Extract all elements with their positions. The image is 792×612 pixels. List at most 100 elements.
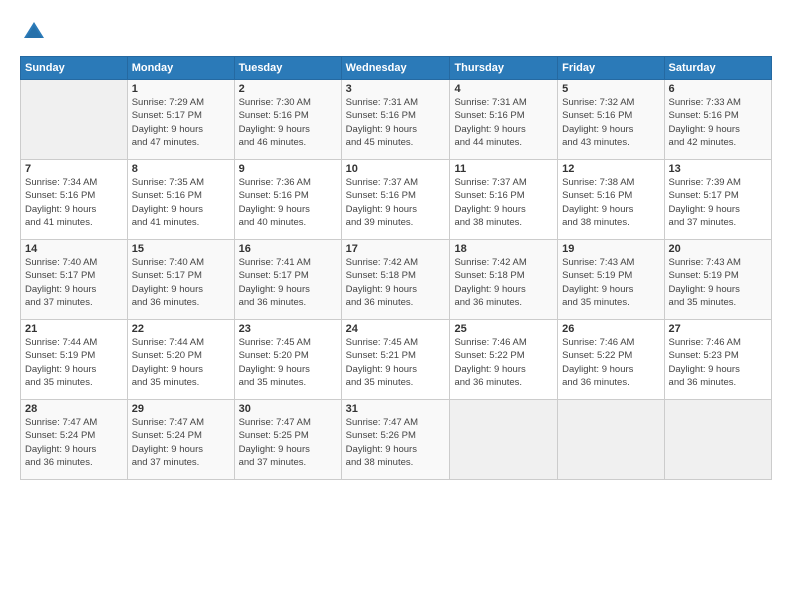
calendar-cell: 29Sunrise: 7:47 AM Sunset: 5:24 PM Dayli…: [127, 400, 234, 480]
day-number: 12: [562, 163, 659, 175]
day-info: Sunrise: 7:40 AM Sunset: 5:17 PM Dayligh…: [132, 256, 230, 309]
calendar-cell: [558, 400, 664, 480]
day-info: Sunrise: 7:44 AM Sunset: 5:20 PM Dayligh…: [132, 336, 230, 389]
calendar-cell: 10Sunrise: 7:37 AM Sunset: 5:16 PM Dayli…: [341, 160, 450, 240]
weekday-header-row: SundayMondayTuesdayWednesdayThursdayFrid…: [21, 57, 772, 80]
calendar-cell: 14Sunrise: 7:40 AM Sunset: 5:17 PM Dayli…: [21, 240, 128, 320]
day-number: 31: [346, 403, 446, 415]
calendar-cell: [664, 400, 771, 480]
day-number: 2: [239, 83, 337, 95]
week-row-1: 7Sunrise: 7:34 AM Sunset: 5:16 PM Daylig…: [21, 160, 772, 240]
calendar-cell: 21Sunrise: 7:44 AM Sunset: 5:19 PM Dayli…: [21, 320, 128, 400]
calendar-cell: 3Sunrise: 7:31 AM Sunset: 5:16 PM Daylig…: [341, 80, 450, 160]
day-number: 3: [346, 83, 446, 95]
calendar-cell: 8Sunrise: 7:35 AM Sunset: 5:16 PM Daylig…: [127, 160, 234, 240]
calendar-cell: 24Sunrise: 7:45 AM Sunset: 5:21 PM Dayli…: [341, 320, 450, 400]
day-info: Sunrise: 7:43 AM Sunset: 5:19 PM Dayligh…: [669, 256, 767, 309]
day-number: 7: [25, 163, 123, 175]
day-info: Sunrise: 7:40 AM Sunset: 5:17 PM Dayligh…: [25, 256, 123, 309]
day-info: Sunrise: 7:34 AM Sunset: 5:16 PM Dayligh…: [25, 176, 123, 229]
day-number: 14: [25, 243, 123, 255]
day-number: 6: [669, 83, 767, 95]
day-number: 25: [454, 323, 553, 335]
day-info: Sunrise: 7:31 AM Sunset: 5:16 PM Dayligh…: [454, 96, 553, 149]
day-number: 22: [132, 323, 230, 335]
week-row-4: 28Sunrise: 7:47 AM Sunset: 5:24 PM Dayli…: [21, 400, 772, 480]
day-number: 5: [562, 83, 659, 95]
day-number: 15: [132, 243, 230, 255]
calendar-cell: 22Sunrise: 7:44 AM Sunset: 5:20 PM Dayli…: [127, 320, 234, 400]
day-info: Sunrise: 7:31 AM Sunset: 5:16 PM Dayligh…: [346, 96, 446, 149]
page: SundayMondayTuesdayWednesdayThursdayFrid…: [0, 0, 792, 612]
day-info: Sunrise: 7:41 AM Sunset: 5:17 PM Dayligh…: [239, 256, 337, 309]
day-info: Sunrise: 7:35 AM Sunset: 5:16 PM Dayligh…: [132, 176, 230, 229]
calendar-cell: 30Sunrise: 7:47 AM Sunset: 5:25 PM Dayli…: [234, 400, 341, 480]
calendar-cell: 28Sunrise: 7:47 AM Sunset: 5:24 PM Dayli…: [21, 400, 128, 480]
day-number: 26: [562, 323, 659, 335]
logo-icon: [20, 18, 48, 46]
calendar-cell: 9Sunrise: 7:36 AM Sunset: 5:16 PM Daylig…: [234, 160, 341, 240]
calendar-cell: 20Sunrise: 7:43 AM Sunset: 5:19 PM Dayli…: [664, 240, 771, 320]
calendar-cell: 31Sunrise: 7:47 AM Sunset: 5:26 PM Dayli…: [341, 400, 450, 480]
day-number: 11: [454, 163, 553, 175]
day-info: Sunrise: 7:45 AM Sunset: 5:20 PM Dayligh…: [239, 336, 337, 389]
day-info: Sunrise: 7:32 AM Sunset: 5:16 PM Dayligh…: [562, 96, 659, 149]
day-number: 16: [239, 243, 337, 255]
calendar-cell: 2Sunrise: 7:30 AM Sunset: 5:16 PM Daylig…: [234, 80, 341, 160]
day-info: Sunrise: 7:37 AM Sunset: 5:16 PM Dayligh…: [454, 176, 553, 229]
week-row-2: 14Sunrise: 7:40 AM Sunset: 5:17 PM Dayli…: [21, 240, 772, 320]
day-info: Sunrise: 7:42 AM Sunset: 5:18 PM Dayligh…: [454, 256, 553, 309]
weekday-header-sunday: Sunday: [21, 57, 128, 80]
calendar-cell: 18Sunrise: 7:42 AM Sunset: 5:18 PM Dayli…: [450, 240, 558, 320]
calendar-cell: 23Sunrise: 7:45 AM Sunset: 5:20 PM Dayli…: [234, 320, 341, 400]
day-number: 4: [454, 83, 553, 95]
calendar-table: SundayMondayTuesdayWednesdayThursdayFrid…: [20, 56, 772, 480]
day-info: Sunrise: 7:30 AM Sunset: 5:16 PM Dayligh…: [239, 96, 337, 149]
calendar-cell: [450, 400, 558, 480]
day-info: Sunrise: 7:46 AM Sunset: 5:22 PM Dayligh…: [562, 336, 659, 389]
calendar-cell: 6Sunrise: 7:33 AM Sunset: 5:16 PM Daylig…: [664, 80, 771, 160]
logo: [20, 18, 52, 46]
day-info: Sunrise: 7:46 AM Sunset: 5:23 PM Dayligh…: [669, 336, 767, 389]
day-number: 10: [346, 163, 446, 175]
day-info: Sunrise: 7:45 AM Sunset: 5:21 PM Dayligh…: [346, 336, 446, 389]
day-number: 17: [346, 243, 446, 255]
weekday-header-friday: Friday: [558, 57, 664, 80]
day-number: 18: [454, 243, 553, 255]
calendar-cell: 17Sunrise: 7:42 AM Sunset: 5:18 PM Dayli…: [341, 240, 450, 320]
day-info: Sunrise: 7:29 AM Sunset: 5:17 PM Dayligh…: [132, 96, 230, 149]
day-number: 20: [669, 243, 767, 255]
header: [20, 18, 772, 46]
day-info: Sunrise: 7:38 AM Sunset: 5:16 PM Dayligh…: [562, 176, 659, 229]
weekday-header-thursday: Thursday: [450, 57, 558, 80]
day-number: 27: [669, 323, 767, 335]
day-info: Sunrise: 7:47 AM Sunset: 5:26 PM Dayligh…: [346, 416, 446, 469]
day-info: Sunrise: 7:46 AM Sunset: 5:22 PM Dayligh…: [454, 336, 553, 389]
week-row-0: 1Sunrise: 7:29 AM Sunset: 5:17 PM Daylig…: [21, 80, 772, 160]
weekday-header-tuesday: Tuesday: [234, 57, 341, 80]
week-row-3: 21Sunrise: 7:44 AM Sunset: 5:19 PM Dayli…: [21, 320, 772, 400]
calendar-cell: 19Sunrise: 7:43 AM Sunset: 5:19 PM Dayli…: [558, 240, 664, 320]
day-number: 13: [669, 163, 767, 175]
day-number: 8: [132, 163, 230, 175]
day-number: 21: [25, 323, 123, 335]
calendar-cell: 26Sunrise: 7:46 AM Sunset: 5:22 PM Dayli…: [558, 320, 664, 400]
day-info: Sunrise: 7:37 AM Sunset: 5:16 PM Dayligh…: [346, 176, 446, 229]
day-info: Sunrise: 7:47 AM Sunset: 5:24 PM Dayligh…: [25, 416, 123, 469]
day-number: 1: [132, 83, 230, 95]
day-number: 30: [239, 403, 337, 415]
calendar-cell: 15Sunrise: 7:40 AM Sunset: 5:17 PM Dayli…: [127, 240, 234, 320]
day-number: 24: [346, 323, 446, 335]
weekday-header-wednesday: Wednesday: [341, 57, 450, 80]
day-info: Sunrise: 7:39 AM Sunset: 5:17 PM Dayligh…: [669, 176, 767, 229]
day-info: Sunrise: 7:43 AM Sunset: 5:19 PM Dayligh…: [562, 256, 659, 309]
weekday-header-saturday: Saturday: [664, 57, 771, 80]
calendar-cell: 4Sunrise: 7:31 AM Sunset: 5:16 PM Daylig…: [450, 80, 558, 160]
calendar-cell: 5Sunrise: 7:32 AM Sunset: 5:16 PM Daylig…: [558, 80, 664, 160]
day-info: Sunrise: 7:47 AM Sunset: 5:24 PM Dayligh…: [132, 416, 230, 469]
calendar-cell: 16Sunrise: 7:41 AM Sunset: 5:17 PM Dayli…: [234, 240, 341, 320]
day-info: Sunrise: 7:42 AM Sunset: 5:18 PM Dayligh…: [346, 256, 446, 309]
calendar-cell: 12Sunrise: 7:38 AM Sunset: 5:16 PM Dayli…: [558, 160, 664, 240]
calendar-cell: 7Sunrise: 7:34 AM Sunset: 5:16 PM Daylig…: [21, 160, 128, 240]
weekday-header-monday: Monday: [127, 57, 234, 80]
